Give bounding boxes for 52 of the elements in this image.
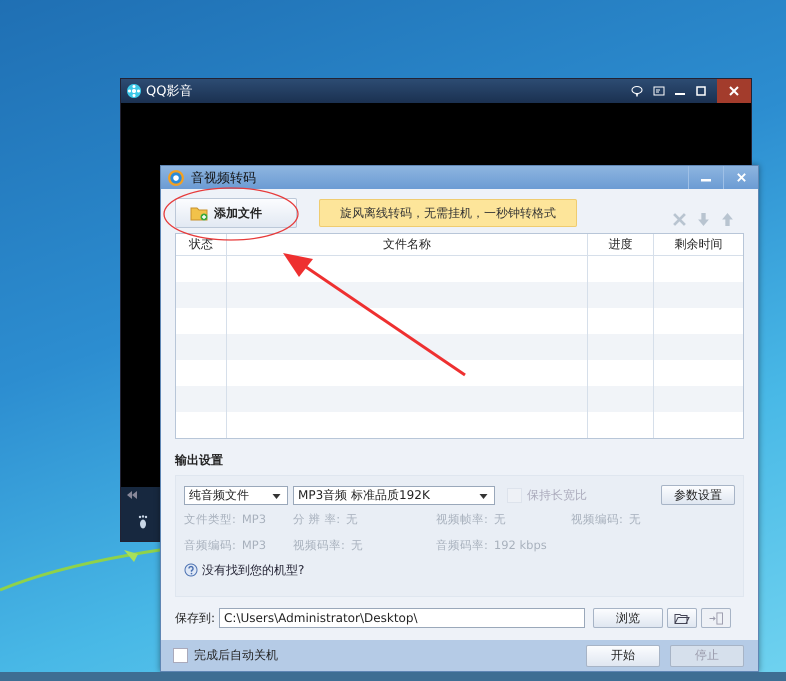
close-button[interactable] bbox=[717, 79, 751, 103]
promo-banner[interactable]: 旋风离线转码，无需挂机，一秒钟转格式 bbox=[319, 199, 577, 227]
rewind-icon[interactable] bbox=[126, 491, 138, 499]
info-value: MP3 bbox=[242, 512, 266, 526]
help-icon bbox=[184, 563, 198, 577]
open-folder-button[interactable] bbox=[667, 608, 698, 628]
browse-button[interactable]: 浏览 bbox=[593, 608, 664, 628]
section-heading: 输出设置 bbox=[175, 452, 224, 469]
caret-icon bbox=[479, 494, 488, 498]
film-reel-icon bbox=[126, 83, 142, 99]
maximize-icon[interactable] bbox=[695, 85, 707, 97]
folder-icon bbox=[674, 612, 690, 624]
preset-dropdown[interactable]: MP3音频 标准品质192K bbox=[293, 486, 495, 504]
minimize-icon bbox=[701, 179, 711, 182]
caret-icon bbox=[272, 494, 281, 498]
save-path-field[interactable]: C:\Users\Administrator\Desktop\ bbox=[219, 608, 586, 628]
minimize-icon[interactable] bbox=[675, 92, 685, 96]
info-value: MP3 bbox=[242, 538, 266, 552]
info-label: 分 辨 率: bbox=[293, 512, 340, 526]
close-icon bbox=[728, 85, 740, 97]
add-file-button[interactable]: 添加文件 bbox=[175, 198, 297, 228]
settings-button[interactable]: 参数设置 bbox=[661, 485, 735, 505]
help-link[interactable]: 没有找到您的机型? bbox=[202, 562, 304, 578]
chat-bubble-icon[interactable] bbox=[631, 85, 643, 97]
column-header[interactable]: 状态 bbox=[176, 234, 227, 255]
info-value: 无 bbox=[350, 538, 363, 552]
info-label: 音频编码: bbox=[184, 538, 236, 552]
action-button[interactable]: 开始 bbox=[586, 644, 660, 666]
app-logo-icon bbox=[167, 168, 185, 186]
format-dropdown[interactable]: 纯音频文件 bbox=[184, 486, 288, 504]
footprint-icon[interactable] bbox=[137, 515, 149, 529]
info-value: 192 kbps bbox=[494, 538, 547, 552]
info-value: 无 bbox=[346, 512, 358, 526]
column-header[interactable]: 进度 bbox=[588, 234, 654, 255]
info-value: 无 bbox=[628, 512, 641, 526]
column-header[interactable]: 剩余时间 bbox=[654, 234, 743, 255]
window-title: QQ影音 bbox=[146, 83, 192, 100]
save-label: 保存到: bbox=[175, 610, 216, 626]
info-label: 文件类型: bbox=[184, 512, 236, 526]
close-icon bbox=[736, 172, 746, 183]
info-label: 音频码率: bbox=[436, 538, 488, 552]
dialog-title: 音视频转码 bbox=[191, 170, 256, 186]
info-label: 视频码率: bbox=[293, 538, 345, 552]
info-label: 视频帧率: bbox=[436, 512, 488, 526]
info-label: 视频编码: bbox=[571, 512, 623, 526]
export-icon bbox=[708, 612, 724, 624]
checkbox-label: 完成后自动关机 bbox=[194, 647, 278, 664]
window-mode-icon[interactable] bbox=[653, 85, 665, 97]
checkbox-label: 保持长宽比 bbox=[527, 486, 587, 504]
info-value: 无 bbox=[494, 512, 506, 526]
shutdown-checkbox[interactable] bbox=[173, 648, 188, 663]
add-folder-icon bbox=[190, 205, 208, 221]
